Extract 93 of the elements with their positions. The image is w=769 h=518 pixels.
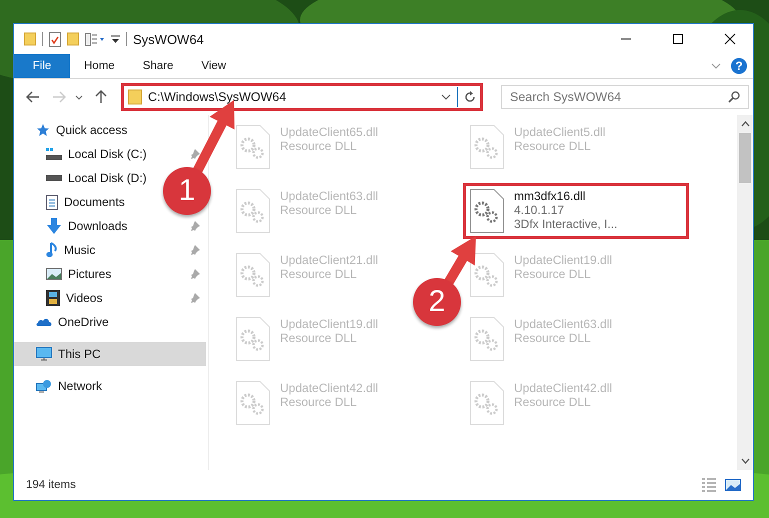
download-icon: [46, 218, 62, 234]
scroll-up-icon[interactable]: [740, 121, 750, 127]
ribbon-tab[interactable]: Home: [70, 54, 129, 78]
file-name: UpdateClient65.dll: [280, 125, 378, 139]
maximize-icon: [672, 33, 684, 45]
ribbon-tab[interactable]: View: [187, 54, 240, 78]
sidebar-item[interactable]: Local Disk (C:): [46, 142, 151, 166]
window-title: SysWOW64: [133, 32, 204, 46]
search-icon: [728, 91, 740, 103]
sidebar-item[interactable]: Network: [14, 374, 206, 398]
file-detail: Resource DLL: [280, 331, 358, 345]
ribbon-tab[interactable]: File: [14, 54, 70, 78]
recent-locations-icon[interactable]: [75, 94, 83, 100]
dropdown-icon[interactable]: [441, 94, 451, 100]
file-name: UpdateClient63.dll: [514, 317, 612, 331]
file-detail: Resource DLL: [514, 331, 592, 345]
sidebar-label: Pictures: [68, 267, 112, 281]
gear-file-icon: [236, 189, 270, 233]
sidebar-item[interactable]: Music: [46, 238, 100, 262]
sidebar-label: OneDrive: [58, 315, 109, 329]
star-icon: [36, 123, 50, 137]
sidebar-item[interactable]: Documents: [46, 190, 129, 214]
details-view-icon[interactable]: [701, 478, 717, 492]
sidebar-item[interactable]: OneDrive: [14, 310, 206, 334]
file-detail: Resource DLL: [514, 139, 592, 153]
item-count: 194 items: [26, 479, 76, 491]
file-name: UpdateClient19.dll: [514, 253, 612, 267]
sidebar-item[interactable]: Videos: [46, 286, 106, 310]
sidebar-item[interactable]: Pictures: [46, 262, 116, 286]
gear-file-icon: [470, 381, 504, 425]
refresh-icon[interactable]: [464, 91, 476, 103]
ribbon-tab[interactable]: Share: [128, 54, 188, 78]
gear-file-icon: [470, 253, 504, 297]
sidebar-label: Downloads: [68, 219, 128, 233]
sidebar-label: Quick access: [56, 123, 128, 137]
scroll-down-icon[interactable]: [740, 458, 750, 464]
cloud-icon: [36, 317, 52, 327]
sidebar-item[interactable]: This PC: [14, 342, 206, 366]
gear-file-icon: [236, 253, 270, 297]
gear-file-icon: [236, 125, 270, 169]
file-name: UpdateClient42.dll: [514, 381, 612, 395]
address-path: C:\Windows\SysWOW64: [148, 90, 286, 104]
drive-icon: [46, 175, 62, 181]
computer-icon: [36, 347, 52, 361]
film-icon: [46, 290, 60, 306]
file-detail: Resource DLL: [514, 395, 592, 409]
close-icon: [724, 33, 736, 45]
file-name: mm3dfx16.dll: [514, 189, 586, 203]
music-note-icon: [46, 242, 58, 258]
gear-file-icon: [236, 317, 270, 361]
back-icon[interactable]: [26, 91, 40, 103]
search-field[interactable]: Search SysWOW64: [501, 85, 749, 109]
scroll-thumb[interactable]: [739, 133, 751, 183]
picture-icon: [46, 268, 62, 280]
sidebar-label: This PC: [58, 347, 101, 361]
sidebar-label: Videos: [66, 291, 102, 305]
file-detail: Resource DLL: [514, 267, 592, 281]
help-button[interactable]: ?: [731, 58, 747, 74]
file-detail: Resource DLL: [280, 139, 358, 153]
sidebar-label: Documents: [64, 195, 125, 209]
file-detail: Resource DLL: [280, 395, 358, 409]
sidebar-item[interactable]: Quick access: [14, 118, 206, 142]
sidebar-item[interactable]: Downloads: [46, 214, 132, 238]
file-name: UpdateClient42.dll: [280, 381, 378, 395]
file-name: UpdateClient63.dll: [280, 189, 378, 203]
sidebar-label: Network: [58, 379, 102, 393]
file-name: UpdateClient19.dll: [280, 317, 378, 331]
drive-icon: [46, 148, 62, 160]
sidebar-label: Music: [64, 243, 96, 257]
scrollbar[interactable]: [737, 115, 753, 470]
address-bar[interactable]: C:\Windows\SysWOW64: [121, 83, 483, 111]
file-name: UpdateClient21.dll: [280, 253, 378, 267]
file-item[interactable]: mm3dfx16.dll 4.10.1.17 3Dfx Interactive, I...: [463, 183, 689, 239]
file-detail: Resource DLL: [280, 267, 358, 281]
folder-icon: [128, 89, 142, 105]
gear-file-icon: [470, 189, 504, 233]
checklist-icon[interactable]: [49, 32, 61, 46]
file-detail: Resource DLL: [280, 203, 358, 217]
document-icon: [46, 194, 58, 210]
file-detail: 4.10.1.17: [514, 203, 566, 217]
up-icon[interactable]: [95, 90, 107, 104]
large-icons-view-icon[interactable]: [725, 479, 741, 491]
sidebar-label: Local Disk (D:): [68, 171, 147, 185]
gear-file-icon: [236, 381, 270, 425]
gear-file-icon: [470, 125, 504, 169]
sidebar-label: Local Disk (C:): [68, 147, 147, 161]
properties-icon[interactable]: [85, 32, 105, 46]
file-detail: 3Dfx Interactive, I...: [514, 217, 618, 231]
expand-ribbon-icon[interactable]: [711, 63, 721, 69]
gear-file-icon: [470, 317, 504, 361]
sidebar-item[interactable]: Local Disk (D:): [46, 166, 151, 190]
network-icon: [36, 379, 52, 393]
file-name: UpdateClient5.dll: [514, 125, 606, 139]
